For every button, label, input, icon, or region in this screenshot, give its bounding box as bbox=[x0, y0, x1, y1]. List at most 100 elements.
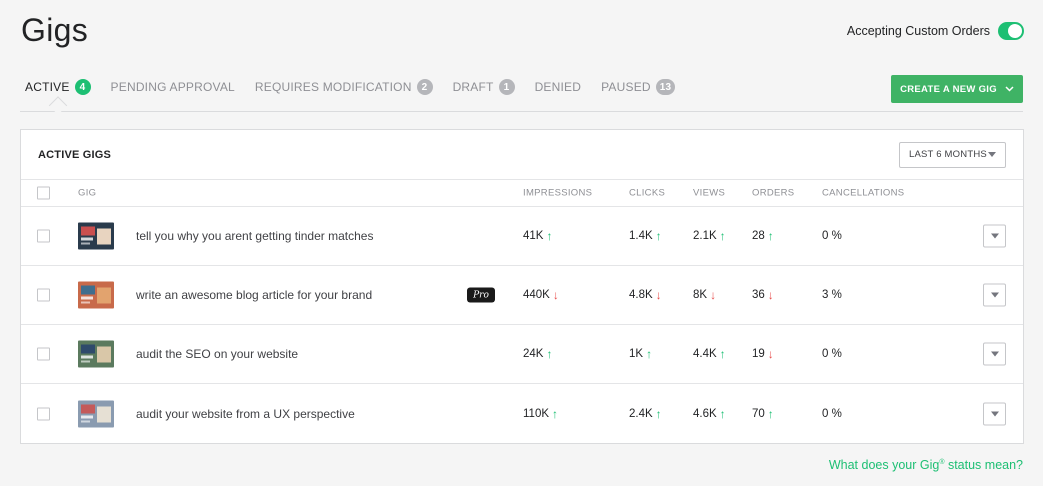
row-checkbox[interactable] bbox=[37, 347, 50, 361]
caret-down-icon bbox=[988, 152, 996, 157]
arrow-up-icon: ↑ bbox=[655, 229, 662, 243]
arrow-up-icon: ↑ bbox=[546, 229, 553, 243]
impressions-value: 110K bbox=[523, 407, 550, 420]
tab-draft[interactable]: DRAFT 1 bbox=[453, 74, 515, 100]
gig-title-link[interactable]: audit your website from a UX perspective bbox=[136, 407, 355, 421]
tab-count-badge: 13 bbox=[655, 79, 676, 95]
gig-thumbnail[interactable] bbox=[78, 340, 114, 368]
impressions-value: 440K bbox=[523, 289, 550, 301]
tab-count-badge: 1 bbox=[498, 79, 515, 95]
gig-title-link[interactable]: tell you why you arent getting tinder ma… bbox=[136, 229, 373, 243]
table-row[interactable]: audit the SEO on your website 24K ↑ 1K ↑ 4.4K… bbox=[21, 325, 1023, 384]
column-header-views: VIEWS bbox=[693, 187, 726, 199]
clicks-cell: 2.4K ↑ bbox=[629, 407, 662, 421]
tab-label: PAUSED bbox=[601, 80, 651, 94]
row-actions-dropdown[interactable] bbox=[983, 224, 1006, 248]
arrow-up-icon: ↑ bbox=[767, 406, 774, 421]
orders-cell: 70 ↑ bbox=[752, 407, 774, 421]
tab-paused[interactable]: PAUSED 13 bbox=[601, 74, 676, 100]
column-header-orders: ORDERS bbox=[752, 187, 795, 199]
views-cell: 8K ↓ bbox=[693, 288, 716, 302]
gig-thumbnail[interactable] bbox=[78, 281, 114, 309]
row-checkbox[interactable] bbox=[37, 229, 50, 243]
table-header-row: GIG IMPRESSIONS CLICKS VIEWS ORDERS CANC… bbox=[21, 180, 1023, 207]
views-cell: 2.1K ↑ bbox=[693, 229, 726, 243]
tab-label: PENDING APPROVAL bbox=[110, 80, 235, 94]
arrow-up-icon: ↑ bbox=[767, 229, 774, 243]
tab-requires-modification[interactable]: REQUIRES MODIFICATION 2 bbox=[255, 74, 433, 100]
views-cell: 4.6K ↑ bbox=[693, 407, 726, 421]
panel-header: ACTIVE GIGS LAST 6 MONTHS bbox=[21, 130, 1023, 180]
gig-thumbnail[interactable] bbox=[78, 400, 114, 427]
gig-thumbnail[interactable] bbox=[78, 222, 114, 250]
tab-label: ACTIVE bbox=[25, 80, 70, 94]
impressions-value: 41K bbox=[523, 230, 544, 242]
gig-title-link[interactable]: audit the SEO on your website bbox=[136, 347, 298, 361]
tab-label: DENIED bbox=[534, 80, 582, 94]
arrow-up-icon: ↑ bbox=[646, 347, 653, 361]
custom-orders-toggle[interactable] bbox=[998, 22, 1024, 40]
orders-cell: 19 ↓ bbox=[752, 347, 774, 361]
views-value: 8K bbox=[693, 289, 708, 301]
arrow-up-icon: ↑ bbox=[719, 347, 726, 361]
column-header-clicks: CLICKS bbox=[629, 187, 666, 199]
arrow-up-icon: ↑ bbox=[719, 229, 726, 243]
toggle-knob bbox=[1008, 24, 1022, 38]
clicks-value: 1K bbox=[629, 348, 644, 360]
cancellations-value: 0 % bbox=[822, 230, 842, 242]
tab-pending-approval[interactable]: PENDING APPROVAL bbox=[111, 74, 235, 100]
column-header-impressions: IMPRESSIONS bbox=[523, 187, 593, 199]
views-value: 2.1K bbox=[693, 230, 717, 242]
views-cell: 4.4K ↑ bbox=[693, 347, 726, 361]
tab-count-badge: 2 bbox=[416, 79, 433, 95]
custom-orders-label: Accepting Custom Orders bbox=[846, 24, 990, 38]
active-gigs-panel: ACTIVE GIGS LAST 6 MONTHS GIG IMPRESSION… bbox=[20, 129, 1024, 444]
arrow-up-icon: ↑ bbox=[719, 406, 726, 421]
select-all-checkbox[interactable] bbox=[37, 186, 50, 200]
caret-down-icon bbox=[990, 411, 999, 416]
row-actions-dropdown[interactable] bbox=[983, 283, 1006, 307]
arrow-up-icon: ↑ bbox=[546, 347, 553, 361]
clicks-cell: 1.4K ↑ bbox=[629, 229, 662, 243]
impressions-cell: 24K ↑ bbox=[523, 347, 552, 361]
clicks-value: 1.4K bbox=[629, 230, 653, 242]
clicks-cell: 4.8K ↓ bbox=[629, 288, 662, 302]
impressions-cell: 41K ↑ bbox=[523, 229, 552, 243]
row-checkbox[interactable] bbox=[37, 288, 50, 302]
column-header-cancellations: CANCELLATIONS bbox=[822, 187, 905, 199]
arrow-down-icon: ↓ bbox=[655, 288, 662, 302]
caret-down-icon bbox=[990, 351, 999, 357]
orders-value: 36 bbox=[752, 289, 765, 301]
orders-value: 28 bbox=[752, 230, 765, 242]
gig-title-link[interactable]: write an awesome blog article for your b… bbox=[136, 288, 372, 302]
orders-cell: 28 ↑ bbox=[752, 229, 774, 243]
table-row[interactable]: tell you why you arent getting tinder ma… bbox=[21, 207, 1023, 266]
custom-orders-setting: Accepting Custom Orders bbox=[847, 22, 1024, 40]
chevron-down-icon bbox=[1005, 84, 1014, 95]
orders-cell: 36 ↓ bbox=[752, 288, 774, 302]
impressions-cell: 440K ↓ bbox=[523, 288, 559, 302]
create-new-gig-button[interactable]: CREATE A NEW GIG bbox=[891, 75, 1023, 103]
period-select-value: LAST 6 MONTHS bbox=[909, 149, 987, 160]
caret-down-icon bbox=[990, 292, 999, 298]
arrow-up-icon: ↑ bbox=[552, 406, 559, 421]
row-actions-dropdown[interactable] bbox=[983, 402, 1006, 425]
table-row[interactable]: write an awesome blog article for your b… bbox=[21, 266, 1023, 325]
column-header-gig: GIG bbox=[78, 187, 97, 199]
row-actions-dropdown[interactable] bbox=[983, 342, 1006, 366]
orders-value: 19 bbox=[752, 348, 765, 360]
gig-status-help-link[interactable]: What does your Gig® status mean? bbox=[829, 458, 1023, 472]
tab-label: DRAFT bbox=[452, 80, 494, 94]
clicks-value: 4.8K bbox=[629, 289, 653, 301]
arrow-down-icon: ↓ bbox=[710, 288, 717, 302]
tab-denied[interactable]: DENIED bbox=[535, 74, 582, 100]
table-row[interactable]: audit your website from a UX perspective… bbox=[21, 384, 1023, 443]
caret-down-icon bbox=[990, 233, 999, 239]
arrow-down-icon: ↓ bbox=[767, 288, 774, 302]
pro-badge: Pro bbox=[467, 287, 495, 303]
period-select[interactable]: LAST 6 MONTHS bbox=[899, 141, 1006, 168]
gig-status-help-link-pre: What does your Gig bbox=[828, 458, 940, 472]
row-checkbox[interactable] bbox=[37, 407, 50, 420]
create-new-gig-label: CREATE A NEW GIG bbox=[900, 83, 997, 95]
tab-active[interactable]: ACTIVE 4 bbox=[25, 74, 91, 100]
